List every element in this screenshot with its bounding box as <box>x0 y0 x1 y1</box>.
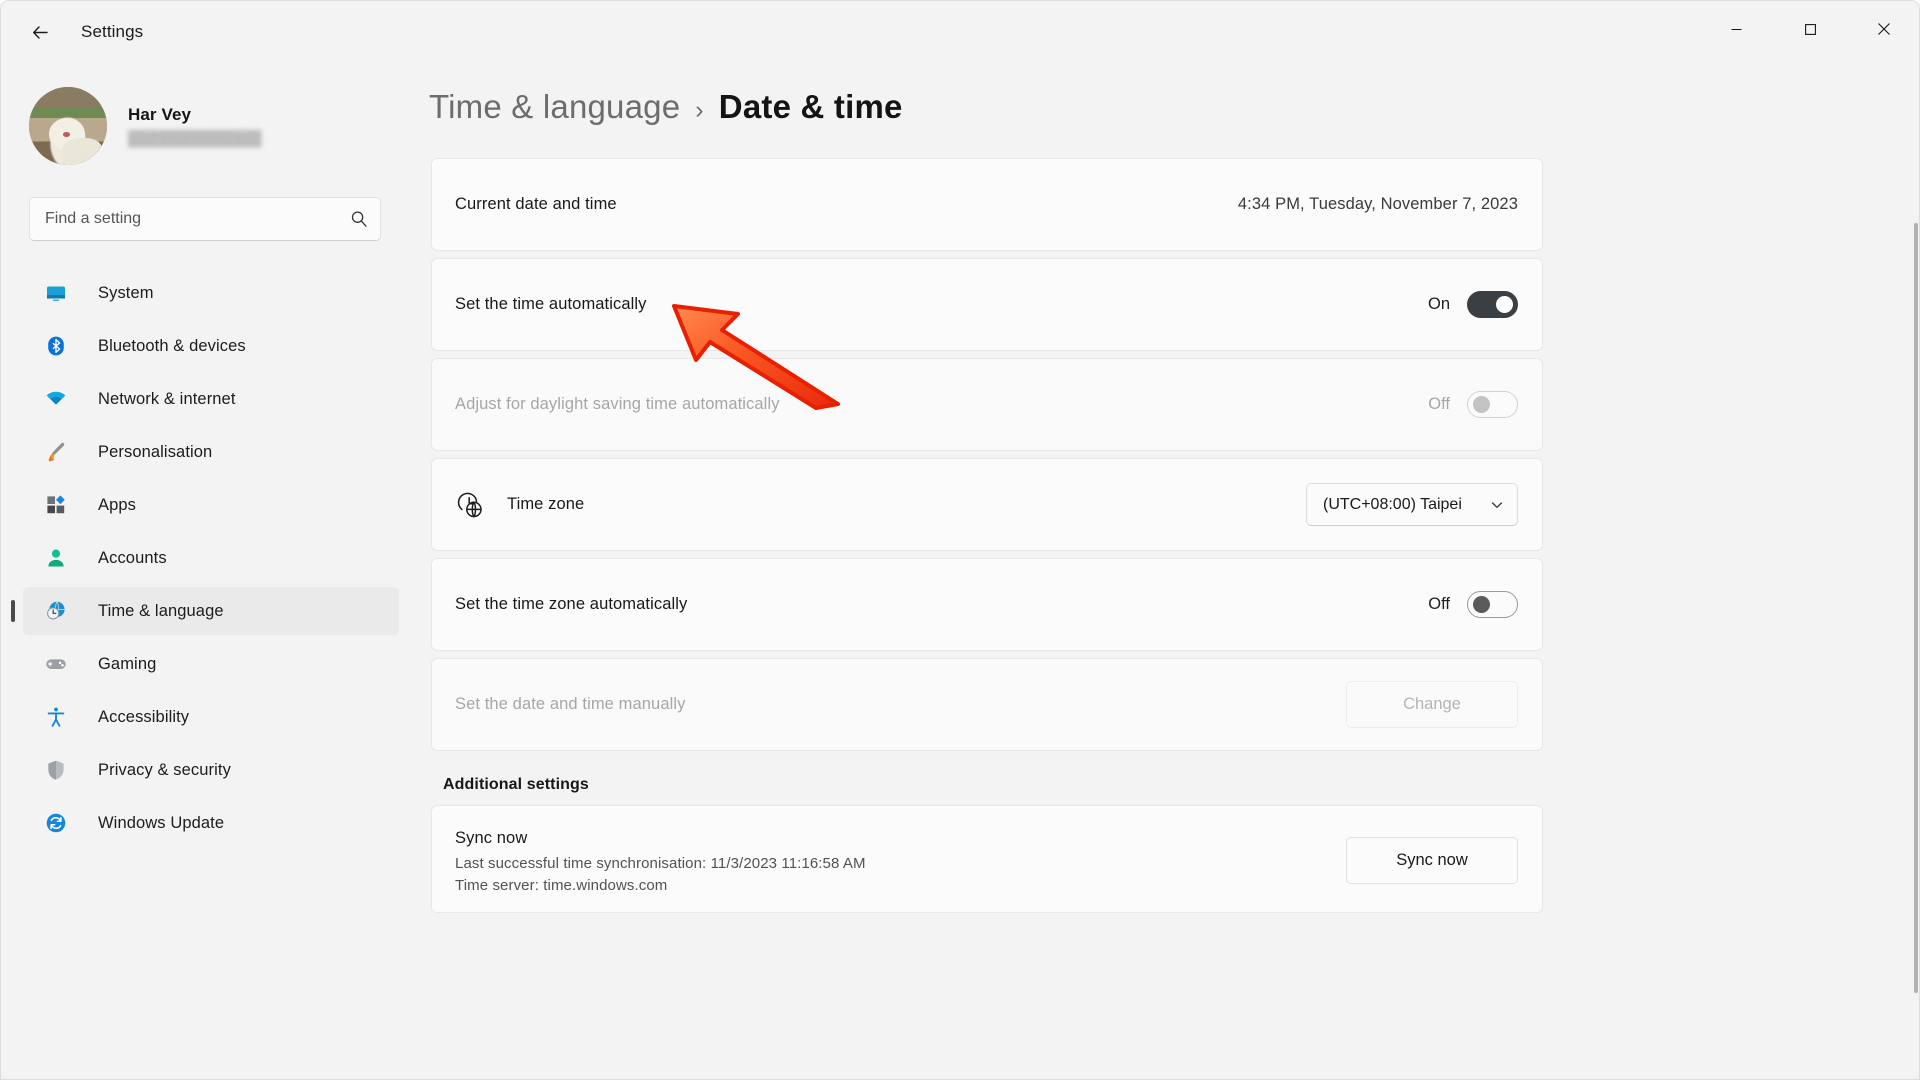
title-bar: Settings <box>1 1 1919 63</box>
sidebar-item-label: Bluetooth & devices <box>98 336 246 355</box>
profile-section[interactable]: Har Vey █████████████ <box>1 63 419 167</box>
last-sync-text: Last successful time synchronisation: 11… <box>455 855 866 872</box>
row-label: Set the time automatically <box>455 295 647 313</box>
sidebar-item-gaming[interactable]: Gaming <box>23 640 399 688</box>
search-box[interactable] <box>29 197 381 241</box>
wifi-icon <box>45 388 67 410</box>
breadcrumb: Time & language › Date & time <box>419 63 1919 126</box>
daylight-saving-toggle <box>1467 391 1518 418</box>
main-content: Time & language › Date & time Current da… <box>419 63 1919 1079</box>
chevron-down-icon <box>1490 498 1504 512</box>
back-arrow-icon[interactable] <box>19 11 61 53</box>
apps-grid-icon <box>47 495 65 514</box>
row-label: Adjust for daylight saving time automati… <box>455 395 780 413</box>
change-button: Change <box>1346 681 1518 728</box>
settings-window: Settings Har Vey █████████████ Find a se… <box>0 0 1920 1080</box>
person-icon <box>45 547 67 569</box>
sidebar-item-bluetooth-devices[interactable]: Bluetooth & devices <box>23 322 399 370</box>
sidebar-item-label: Accessibility <box>98 707 190 726</box>
time-server-text: Time server: time.windows.com <box>455 877 668 894</box>
sidebar-item-label: Apps <box>98 495 137 514</box>
row-daylight-saving: Adjust for daylight saving time automati… <box>431 358 1543 451</box>
row-label: Time zone <box>507 495 585 513</box>
row-current-date-time: Current date and time 4:34 PM, Tuesday, … <box>431 158 1543 251</box>
close-icon[interactable] <box>1847 1 1919 57</box>
bluetooth-icon <box>45 335 67 357</box>
breadcrumb-separator-icon: › <box>695 96 704 124</box>
row-time-zone[interactable]: Time zone (UTC+08:00) Taipei <box>431 458 1543 551</box>
accessibility-icon <box>45 706 67 728</box>
sidebar-item-label: Network & internet <box>98 389 236 408</box>
sidebar-item-privacy-security[interactable]: Privacy & security <box>23 746 399 794</box>
settings-cards: Current date and time 4:34 PM, Tuesday, … <box>431 158 1543 913</box>
sidebar-item-accounts[interactable]: Accounts <box>23 534 399 582</box>
profile-email-redacted: █████████████ <box>128 131 262 147</box>
sidebar-item-label: Gaming <box>98 654 157 673</box>
set-time-automatically-toggle-group[interactable]: On <box>1428 291 1518 318</box>
sidebar-item-label: Time & language <box>98 601 224 620</box>
sidebar: Har Vey █████████████ Find a setting Sys… <box>1 63 419 1079</box>
daylight-saving-toggle-group: Off <box>1428 391 1518 418</box>
toggle-state-label: Off <box>1428 595 1450 613</box>
monitor-icon <box>45 282 67 304</box>
sidebar-item-label: Personalisation <box>98 442 213 461</box>
sidebar-item-network-internet[interactable]: Network & internet <box>23 375 399 423</box>
row-label: Set the time zone automatically <box>455 595 688 613</box>
row-label: Current date and time <box>455 195 617 213</box>
sync-now-button[interactable]: Sync now <box>1346 837 1518 884</box>
main-scrollbar[interactable] <box>1914 223 1918 993</box>
current-date-time-value: 4:34 PM, Tuesday, November 7, 2023 <box>1237 195 1518 213</box>
search-input[interactable] <box>45 210 350 228</box>
sidebar-item-label: Accounts <box>98 548 167 567</box>
page-title: Date & time <box>718 88 903 125</box>
sidebar-nav: System Bluetooth & devices Network & int… <box>1 269 419 847</box>
sidebar-item-accessibility[interactable]: Accessibility <box>23 693 399 741</box>
time-zone-dropdown[interactable]: (UTC+08:00) Taipei <box>1306 483 1518 526</box>
gamepad-icon <box>45 653 67 675</box>
toggle-state-label: Off <box>1428 395 1450 413</box>
sidebar-item-label: System <box>98 283 154 302</box>
maximize-icon[interactable] <box>1773 1 1847 57</box>
sidebar-item-system[interactable]: System <box>23 269 399 317</box>
sync-now-title: Sync now <box>455 829 528 847</box>
set-time-zone-automatically-toggle-group[interactable]: Off <box>1428 591 1518 618</box>
row-sync-now: Sync now Last successful time synchronis… <box>431 805 1543 913</box>
row-set-date-time-manually: Set the date and time manually Change <box>431 658 1543 751</box>
refresh-circle-icon <box>45 812 67 834</box>
sidebar-item-label: Privacy & security <box>98 760 231 779</box>
sidebar-item-label: Windows Update <box>98 813 225 832</box>
sidebar-item-personalisation[interactable]: Personalisation <box>23 428 399 476</box>
breadcrumb-parent[interactable]: Time & language <box>429 88 680 126</box>
toggle-state-label: On <box>1427 295 1450 313</box>
shield-icon <box>45 759 67 781</box>
row-set-time-zone-automatically[interactable]: Set the time zone automatically Off <box>431 558 1543 651</box>
row-label: Set the date and time manually <box>455 695 686 713</box>
set-time-zone-automatically-toggle[interactable] <box>1467 591 1518 618</box>
app-title: Settings <box>81 22 144 41</box>
avatar <box>29 87 107 165</box>
paintbrush-icon <box>45 441 67 463</box>
sidebar-item-time-language[interactable]: Time & language <box>11 587 399 635</box>
window-controls <box>1699 1 1919 57</box>
row-set-time-automatically[interactable]: Set the time automatically On <box>431 258 1543 351</box>
sidebar-item-windows-update[interactable]: Windows Update <box>23 799 399 847</box>
time-zone-selected-value: (UTC+08:00) Taipei <box>1323 495 1462 513</box>
search-icon <box>350 210 368 228</box>
additional-settings-heading: Additional settings <box>443 776 589 793</box>
set-time-automatically-toggle[interactable] <box>1467 291 1518 318</box>
profile-name: Har Vey <box>128 105 192 124</box>
minimize-icon[interactable] <box>1699 1 1773 57</box>
sidebar-item-apps[interactable]: Apps <box>23 481 399 529</box>
clock-globe-icon <box>45 600 67 622</box>
clock-globe-icon <box>455 490 485 520</box>
